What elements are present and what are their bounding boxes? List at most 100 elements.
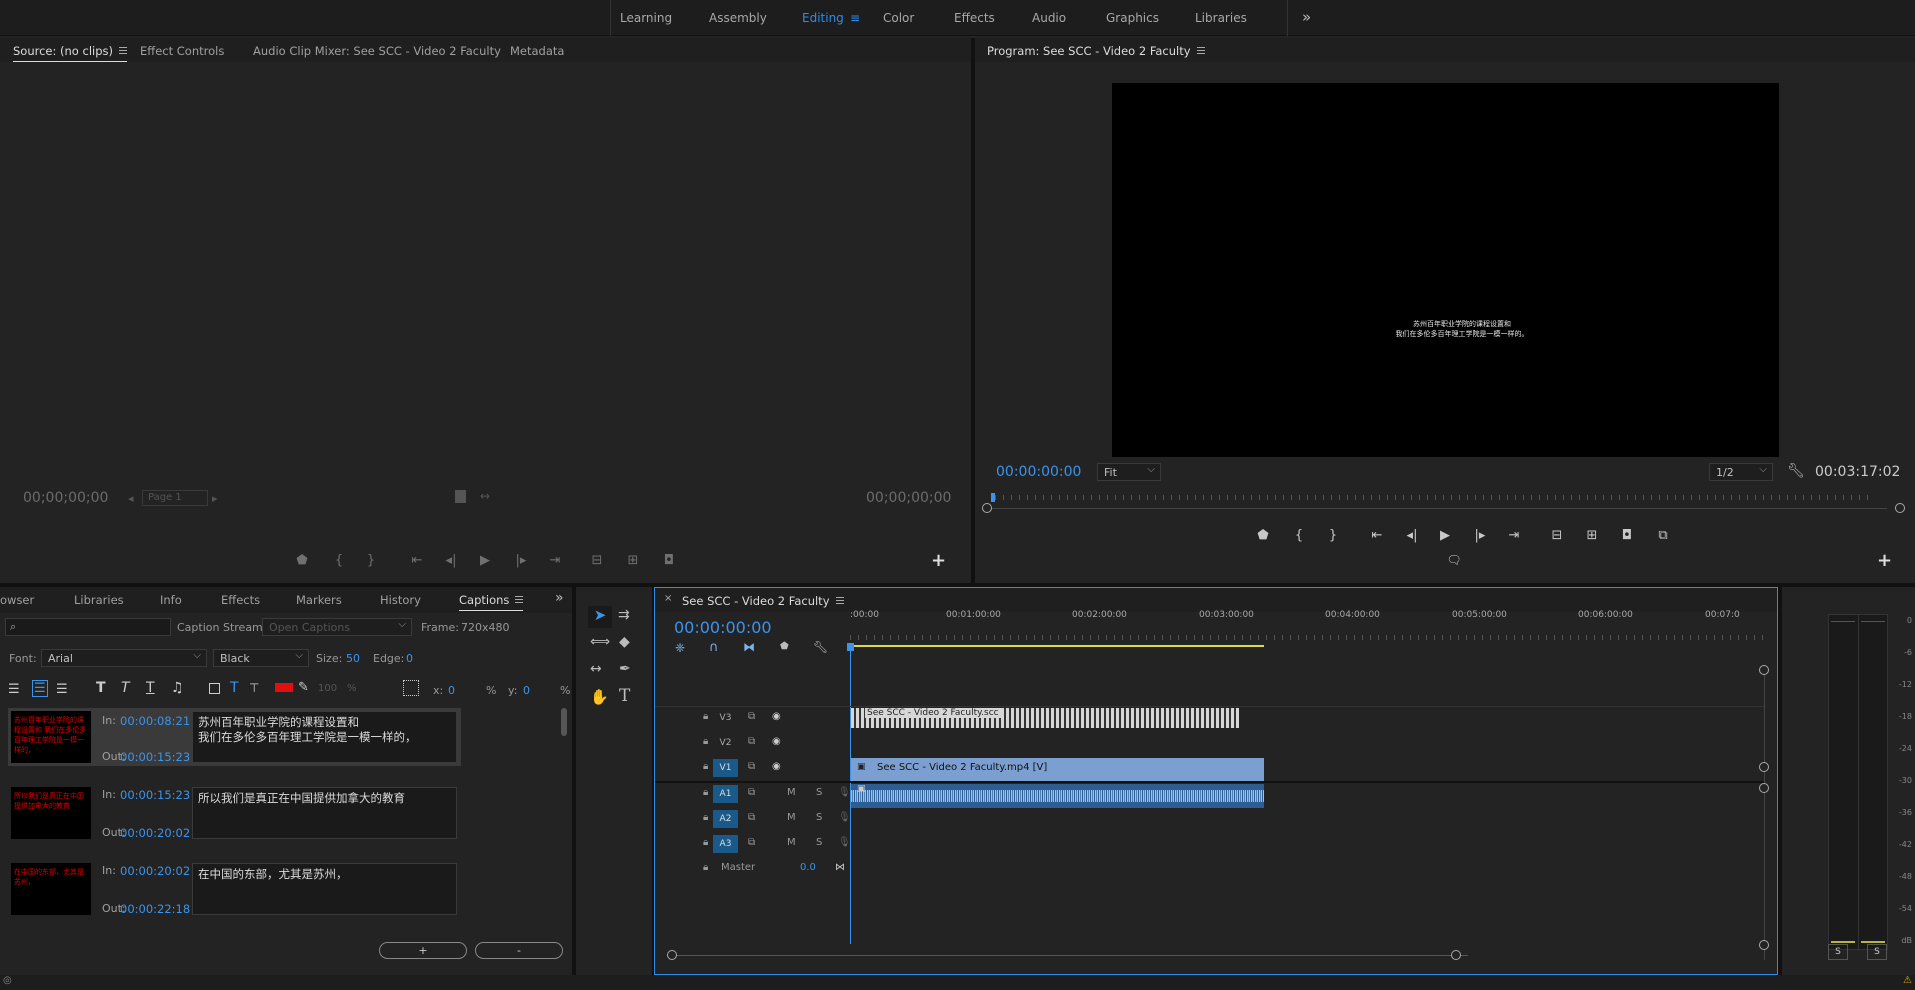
settings-wrench-icon[interactable]: 🔧︎ xyxy=(1787,463,1805,479)
comparison-view-icon[interactable]: ⧉ xyxy=(1654,528,1672,543)
workspace-tab-editing[interactable]: Editing xyxy=(802,11,844,25)
program-export-frame-icon[interactable]: ◘ xyxy=(1618,528,1636,543)
h-scroll-handle-left[interactable] xyxy=(667,950,677,960)
mic-icon[interactable]: 🎙︎ xyxy=(838,812,851,823)
sync-lock-icon[interactable]: ⧉ xyxy=(748,736,755,747)
captions-menu-icon[interactable] xyxy=(515,596,524,603)
text-background-icon[interactable]: ⊤ xyxy=(249,681,259,695)
tab-effect-controls[interactable]: Effect Controls xyxy=(140,44,224,58)
caption-text-field[interactable]: 苏州百年职业学院的课程设置和 我们在多伦多百年理工学院是一模一样的， xyxy=(192,711,457,763)
underline-icon[interactable]: T xyxy=(146,680,155,696)
work-area-bar[interactable] xyxy=(850,645,1264,647)
audio-clip[interactable]: ▣ xyxy=(851,784,1264,808)
zoom-scrollbar[interactable] xyxy=(987,508,1887,509)
zoom-dropdown[interactable]: Fit xyxy=(1097,463,1161,481)
export-frame-icon[interactable]: ◘ xyxy=(660,553,678,568)
program-mark-in-icon[interactable]: { xyxy=(1290,528,1308,543)
align-center-icon[interactable]: ☰ xyxy=(32,680,48,697)
workspace-tab-libraries[interactable]: Libraries xyxy=(1195,11,1247,25)
lock-icon[interactable]: 🔒︎ xyxy=(703,837,708,848)
sync-lock-icon[interactable]: ⧉ xyxy=(748,711,755,722)
insert-icon[interactable]: ⊟ xyxy=(588,553,606,568)
bold-icon[interactable]: T xyxy=(96,680,106,696)
tab-libraries[interactable]: Libraries xyxy=(74,593,124,607)
timeline-menu-icon[interactable] xyxy=(835,597,844,604)
v-scroll-handle-audio[interactable] xyxy=(1759,783,1769,793)
tab-program[interactable]: Program: See SCC - Video 2 Faculty xyxy=(987,44,1205,58)
caption-clip[interactable]: See SCC - Video 2 Faculty.scc xyxy=(851,708,1239,728)
solo-left-button[interactable]: S xyxy=(1828,944,1848,960)
tab-source[interactable]: Source: (no clips) xyxy=(13,44,127,62)
program-play-icon[interactable]: ▶ xyxy=(1436,528,1454,543)
program-mark-out-icon[interactable]: } xyxy=(1324,528,1342,543)
remove-caption-button[interactable]: - xyxy=(475,942,563,959)
workspace-tab-color[interactable]: Color xyxy=(883,11,914,25)
time-ruler[interactable]: :00:00 00:01:00:00 00:02:00:00 00:03:00:… xyxy=(850,610,1765,650)
caption-out-time[interactable]: 00:00:15:23 xyxy=(120,750,190,764)
caption-item[interactable]: 苏州百年职业学院的课程设置和 我们在多伦多百年理工学院是一模一样的， In: 0… xyxy=(8,708,461,766)
go-to-end-icon[interactable]: ⋈ xyxy=(835,862,845,873)
workspace-tab-graphics[interactable]: Graphics xyxy=(1106,11,1159,25)
lock-icon[interactable]: 🔒︎ xyxy=(703,862,708,873)
tab-metadata[interactable]: Metadata xyxy=(510,44,564,58)
lock-icon[interactable]: 🔒︎ xyxy=(703,711,708,722)
font-style-dropdown[interactable]: Black xyxy=(213,649,309,667)
tab-captions[interactable]: Captions xyxy=(459,593,524,611)
program-step-back-icon[interactable]: ◂| xyxy=(1403,528,1421,543)
video-clip[interactable]: ▣ See SCC - Video 2 Faculty.mp4 [V] xyxy=(851,758,1264,781)
mute-button[interactable]: M xyxy=(787,837,796,848)
caption-out-time[interactable]: 00:00:22:18 xyxy=(120,902,190,916)
x-value[interactable]: 0 xyxy=(448,684,455,697)
hand-tool-icon[interactable]: ✋ xyxy=(590,688,609,706)
drag-video-icon[interactable]: ↔ xyxy=(480,489,490,503)
italic-icon[interactable]: T xyxy=(121,680,130,696)
caption-item[interactable]: 在中国的东部，尤其是苏州， In: 00:00:20:02 Out: 00:00… xyxy=(8,860,461,918)
add-marker-icon[interactable]: ⬟ xyxy=(293,553,311,568)
selection-tool-icon[interactable]: ➤ xyxy=(588,606,612,628)
sync-lock-icon[interactable]: ⧉ xyxy=(748,761,755,772)
caption-in-time[interactable]: 00:00:08:21 xyxy=(120,714,190,728)
tab-info[interactable]: Info xyxy=(160,593,182,607)
page-next-icon[interactable]: ▸ xyxy=(212,492,218,505)
track-select-tool-icon[interactable]: ⇉ xyxy=(618,607,630,623)
program-ruler[interactable] xyxy=(995,495,1875,500)
v-scroll-handle-top[interactable] xyxy=(1759,665,1769,675)
color-swatch[interactable] xyxy=(275,683,293,692)
h-scroll-handle-right[interactable] xyxy=(1451,950,1461,960)
add-caption-button[interactable]: + xyxy=(379,942,467,959)
timeline-timecode[interactable]: 00:00:00:00 xyxy=(674,618,772,637)
background-box-icon[interactable] xyxy=(209,683,220,694)
ripple-edit-tool-icon[interactable]: ⟺ xyxy=(590,634,610,650)
page-prev-icon[interactable]: ◂ xyxy=(128,492,134,505)
eyedropper-icon[interactable]: ✎ xyxy=(298,680,309,695)
program-button-editor-add[interactable]: + xyxy=(1877,550,1892,571)
sync-lock-icon[interactable]: ⧉ xyxy=(748,787,755,798)
mark-in-icon[interactable]: { xyxy=(330,553,348,568)
program-go-to-out-icon[interactable]: ⇥ xyxy=(1505,528,1523,543)
workspace-tab-learning[interactable]: Learning xyxy=(620,11,672,25)
slip-tool-icon[interactable]: ↔ xyxy=(590,661,602,677)
step-forward-icon[interactable]: |▸ xyxy=(512,553,530,568)
mute-button[interactable]: M xyxy=(787,787,796,798)
mark-out-icon[interactable]: } xyxy=(362,553,380,568)
sync-lock-icon[interactable]: ⧉ xyxy=(748,837,755,848)
font-dropdown[interactable]: Arial xyxy=(41,649,207,667)
edge-value[interactable]: 0 xyxy=(406,652,413,665)
page-selector[interactable]: Page 1 xyxy=(142,490,208,506)
eye-icon[interactable]: ◉ xyxy=(772,711,781,722)
pen-tool-icon[interactable]: ✒ xyxy=(619,661,631,677)
workspace-tab-assembly[interactable]: Assembly xyxy=(709,11,767,25)
go-to-out-icon[interactable]: ⇥ xyxy=(546,553,564,568)
eye-icon[interactable]: ◉ xyxy=(772,736,781,747)
caption-list-scrollbar[interactable] xyxy=(561,708,567,736)
extract-icon[interactable]: ⊞ xyxy=(1583,528,1601,543)
program-step-forward-icon[interactable]: |▸ xyxy=(1471,528,1489,543)
y-value[interactable]: 0 xyxy=(523,684,530,697)
lock-icon[interactable]: 🔒︎ xyxy=(703,812,708,823)
lock-icon[interactable]: 🔒︎ xyxy=(703,787,708,798)
program-timecode[interactable]: 00:00:00:00 xyxy=(996,464,1081,480)
timeline-marker-icon[interactable]: ⬟ xyxy=(780,641,789,652)
lock-icon[interactable]: 🔒︎ xyxy=(703,761,708,772)
solo-right-button[interactable]: S xyxy=(1867,944,1887,960)
align-right-icon[interactable]: ☰ xyxy=(56,682,68,697)
